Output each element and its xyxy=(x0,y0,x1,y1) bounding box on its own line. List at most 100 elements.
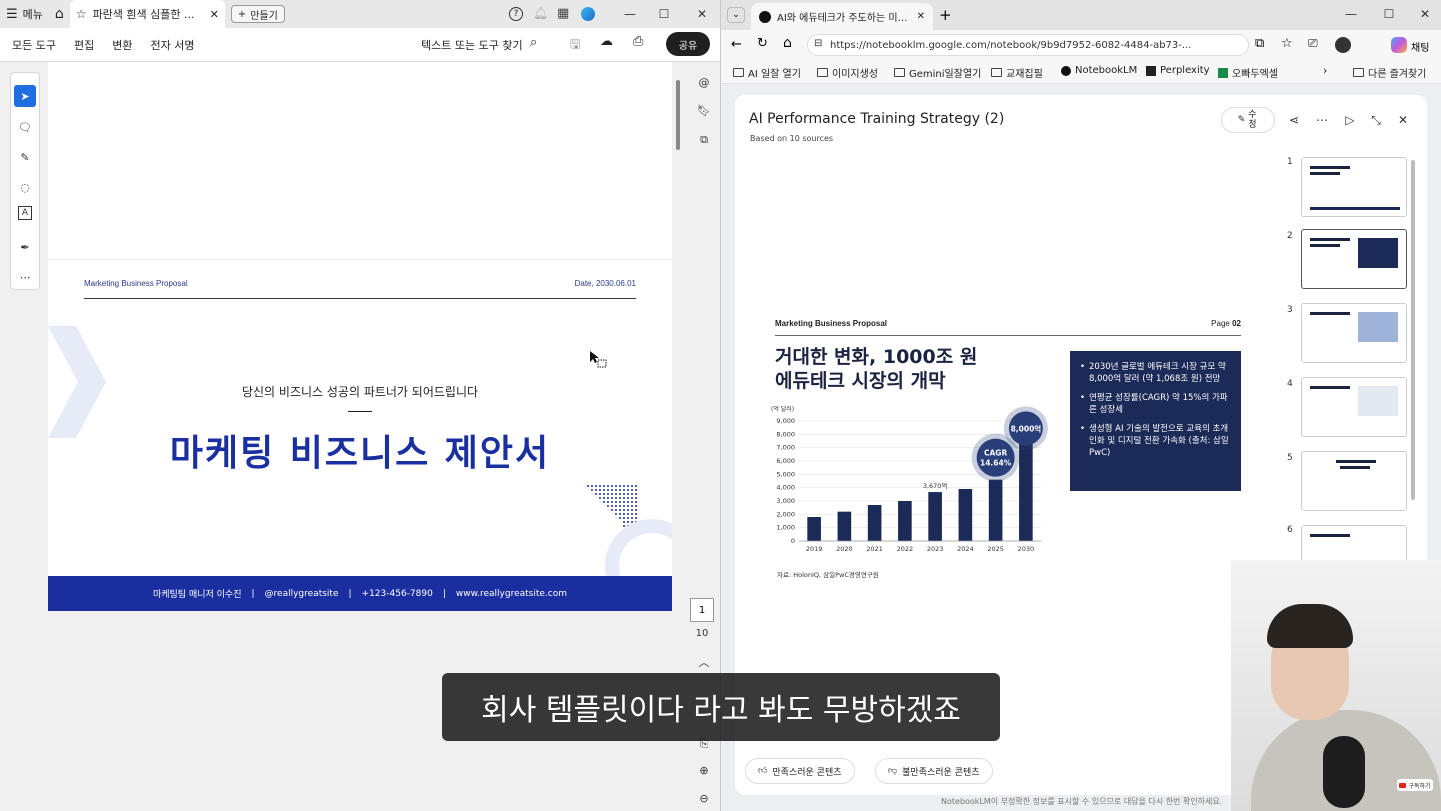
document-scrollbar[interactable] xyxy=(676,80,680,150)
share-button[interactable]: 공유 xyxy=(666,32,710,56)
bookmark-item[interactable]: 이미지생성 xyxy=(817,65,878,80)
convert-menu[interactable]: 변환 xyxy=(112,37,132,53)
tool-search-label[interactable]: 텍스트 또는 도구 찾기 xyxy=(421,37,523,53)
pdf-tab-title: 파란색 흰색 심플한 ... xyxy=(92,8,195,21)
y-tick-label: 4,000 xyxy=(776,484,795,492)
apps-grid-icon[interactable]: ▦ xyxy=(557,6,569,21)
comment-icon[interactable]: 🗨︎ xyxy=(14,116,36,138)
select-cursor-icon[interactable]: ➤ xyxy=(14,85,36,107)
slide-thumbnail[interactable] xyxy=(1301,377,1407,437)
current-page-input[interactable]: 1 xyxy=(690,598,714,622)
stamp-sign-icon[interactable]: ✒ xyxy=(14,236,36,258)
new-tab-icon[interactable]: + xyxy=(939,6,952,24)
screenshot-icon[interactable]: ⎚ xyxy=(1308,36,1318,51)
bookmark-item[interactable]: 교재집필 xyxy=(991,65,1043,80)
close-window-button[interactable]: ✕ xyxy=(1407,0,1441,28)
star-icon[interactable]: ☆ xyxy=(76,7,87,21)
slide-thumbnail-selected[interactable] xyxy=(1301,229,1407,289)
play-icon[interactable]: ▷ xyxy=(1341,111,1359,129)
e-sign-menu[interactable]: 전자 서명 xyxy=(150,37,194,53)
close-panel-icon[interactable]: ✕ xyxy=(1394,111,1412,129)
bookmarks-bar: AI 일잘 열기 이미지생성 Gemini일잘열기 교재집필 NotebookL… xyxy=(721,60,1441,84)
favorites-icon[interactable]: ☆ xyxy=(1281,36,1293,51)
back-icon[interactable]: ← xyxy=(731,37,742,52)
collapse-icon[interactable]: ⤡ xyxy=(1367,111,1385,129)
bookmark-item[interactable]: Gemini일잘열기 xyxy=(894,65,981,80)
good-feedback-button[interactable]: 👍︎ 만족스러운 콘텐츠 xyxy=(745,758,855,784)
pages-copy-icon[interactable]: ⧉ xyxy=(696,132,712,148)
home-icon: ⌂ xyxy=(54,6,64,22)
new-create-button[interactable]: + 만들기 xyxy=(230,5,285,23)
folder-icon xyxy=(1353,68,1364,77)
lasso-draw-icon[interactable]: ◌ xyxy=(14,176,36,198)
webcam-overlay: 구독하기 xyxy=(1231,560,1441,811)
all-tools-menu[interactable]: 모든 도구 xyxy=(12,37,56,53)
zoom-out-icon[interactable]: ⊖ xyxy=(696,790,712,806)
plus-icon: + xyxy=(237,8,247,20)
bookmark-icon[interactable]: 🔖︎ xyxy=(696,102,712,118)
save-icon[interactable]: 🖫︎ xyxy=(570,35,580,56)
copilot-icon[interactable] xyxy=(1391,37,1407,53)
copilot-chat-label[interactable]: 채팅 xyxy=(1411,39,1429,54)
zoom-in-icon[interactable]: ⊕ xyxy=(696,762,712,778)
more-options-icon[interactable]: ⋯ xyxy=(1313,111,1331,129)
highlights-box: 2030년 글로벌 에듀테크 시장 규모 약 8,000억 달러 (약 1,06… xyxy=(1070,351,1241,491)
tab-list-button[interactable]: ⌄ xyxy=(727,7,745,23)
scroll-up-icon[interactable]: ︿ xyxy=(696,654,712,670)
edit-label: 수정 xyxy=(1248,110,1257,130)
notebooklm-tab[interactable]: AI와 에듀테크가 주도하는 미래 교 ✕ xyxy=(751,3,933,30)
search-icon[interactable]: ⌕ xyxy=(530,35,537,50)
profile-avatar-icon[interactable] xyxy=(1335,37,1351,53)
pdf-document-tab[interactable]: ☆ 파란색 흰색 심플한 ... ✕ xyxy=(69,0,225,28)
bookmark-item[interactable]: Perplexity xyxy=(1146,65,1210,76)
bookmark-item[interactable]: AI 일잘 열기 xyxy=(733,65,801,80)
bad-feedback-button[interactable]: 👎︎ 불만족스러운 콘텐츠 xyxy=(875,758,993,784)
bookmark-item[interactable]: NotebookLM xyxy=(1061,65,1137,76)
slide-thumbnail[interactable] xyxy=(1301,303,1407,363)
thumb-number: 6 xyxy=(1287,525,1293,535)
footer-website: www.reallygreatsite.com xyxy=(455,588,568,599)
y-tick-label: 5,000 xyxy=(776,470,795,478)
thumb-number: 4 xyxy=(1287,379,1293,389)
ai-assistant-icon[interactable]: @ xyxy=(696,74,712,90)
address-bar-row: ← ↻ ⌂ ⊟ https://notebooklm.google.com/no… xyxy=(721,30,1441,60)
share-icon[interactable]: ⋖ xyxy=(1285,111,1303,129)
slide-thumbnail[interactable] xyxy=(1301,451,1407,511)
maximize-button[interactable]: ☐ xyxy=(1371,0,1407,28)
reload-icon[interactable]: ↻ xyxy=(757,36,768,51)
print-icon[interactable]: ⎙ xyxy=(633,34,643,49)
highlight-pen-icon[interactable]: ✎ xyxy=(14,146,36,168)
close-tab-icon[interactable]: ✕ xyxy=(210,8,219,21)
site-info-icon[interactable]: ⊟ xyxy=(814,38,822,49)
account-avatar-icon[interactable] xyxy=(581,7,595,21)
text-box-icon[interactable]: A xyxy=(18,206,32,220)
bookmark-item[interactable]: 오빠두엑셀 xyxy=(1218,65,1278,80)
more-tools-icon[interactable]: ⋯ xyxy=(14,266,36,288)
thumbnail-scrollbar[interactable] xyxy=(1411,160,1415,500)
annotation-tools-panel: ➤ 🗨︎ ✎ ◌ A ✒ ⋯ xyxy=(10,72,40,290)
bookmarks-overflow-icon[interactable]: › xyxy=(1323,64,1327,77)
edit-menu[interactable]: 편집 xyxy=(74,37,94,53)
edit-button[interactable]: ✎ 수정 xyxy=(1221,107,1275,133)
proposal-title: 마케팅 비즈니스 제안서 xyxy=(169,433,551,474)
slide-thumbnail[interactable] xyxy=(1301,157,1407,217)
close-window-button[interactable]: ✕ xyxy=(684,0,720,28)
x-tick-label: 2019 xyxy=(806,545,823,553)
other-favorites[interactable]: 다른 즐겨찾기 xyxy=(1353,65,1426,80)
home-button[interactable]: ⌂ xyxy=(49,0,70,28)
close-tab-icon[interactable]: ✕ xyxy=(917,11,925,22)
maximize-button[interactable]: ☐ xyxy=(646,0,682,28)
y-tick-label: 7,000 xyxy=(776,444,795,452)
cloud-upload-icon[interactable]: ☁︎ xyxy=(600,34,613,49)
slide-thumbnail[interactable] xyxy=(1301,525,1407,565)
help-icon[interactable]: ? xyxy=(509,7,523,21)
menu-button[interactable]: ☰ 메뉴 xyxy=(0,0,49,28)
extensions-icon[interactable]: ⧉ xyxy=(1255,36,1264,51)
minimize-button[interactable]: — xyxy=(612,0,648,28)
excel-icon xyxy=(1218,67,1228,78)
minimize-button[interactable]: — xyxy=(1333,0,1369,28)
notification-bell-icon[interactable]: 🔔︎ xyxy=(533,6,548,20)
home-icon[interactable]: ⌂ xyxy=(783,35,792,51)
url-input[interactable]: ⊟ https://notebooklm.google.com/notebook… xyxy=(807,34,1249,56)
bar xyxy=(928,492,942,541)
